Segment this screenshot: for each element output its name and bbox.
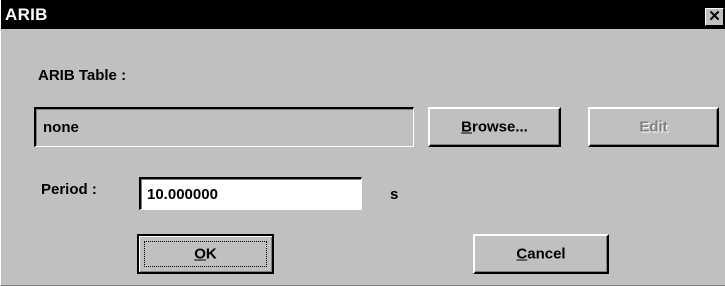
period-input[interactable] — [139, 177, 362, 210]
cancel-hotkey: C — [516, 245, 528, 263]
ok-button[interactable]: OK — [137, 234, 274, 274]
arib-table-label: ARIB Table : — [38, 67, 127, 84]
edit-button[interactable]: Edit — [588, 107, 719, 147]
close-button[interactable]: ✕ — [705, 8, 724, 26]
arib-dialog: ARIB ✕ ARIB Table : none Browse... Edit … — [0, 0, 725, 286]
title-bar[interactable]: ARIB ✕ — [1, 0, 725, 29]
browse-label: rowse... — [471, 118, 528, 136]
close-icon: ✕ — [708, 8, 721, 25]
ok-label: K — [205, 245, 217, 263]
cancel-button[interactable]: Cancel — [473, 234, 609, 274]
arib-table-field: none — [34, 107, 414, 147]
cancel-label: ancel — [527, 245, 566, 263]
browse-hotkey: B — [461, 118, 472, 136]
arib-table-value: none — [43, 119, 79, 136]
period-unit: s — [390, 186, 399, 203]
browse-button[interactable]: Browse... — [428, 107, 561, 147]
edit-label: Edit — [639, 118, 668, 136]
period-label: Period : — [41, 181, 97, 198]
ok-hotkey: O — [194, 245, 206, 263]
window-title: ARIB — [5, 5, 48, 24]
